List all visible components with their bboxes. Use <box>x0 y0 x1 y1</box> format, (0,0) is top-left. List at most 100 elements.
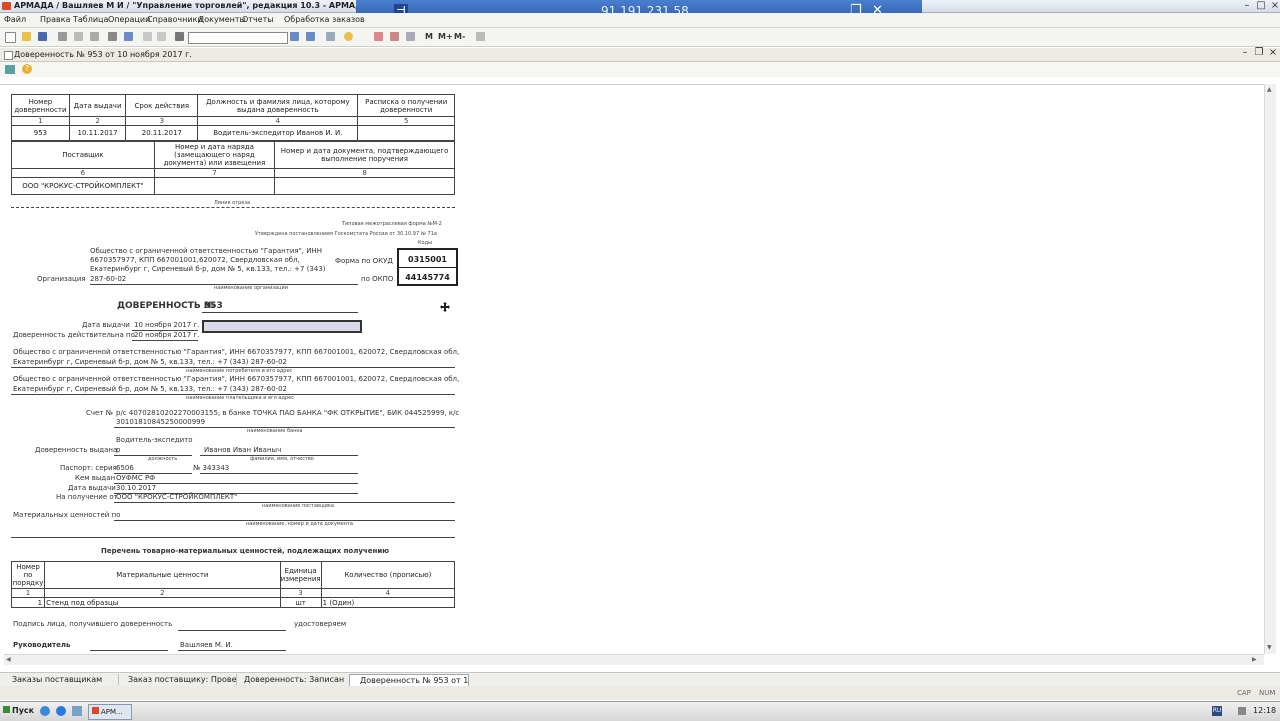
menu-operations[interactable]: Операции <box>108 15 150 24</box>
cell-number: 953 <box>11 125 70 141</box>
passport-series: 6506 <box>116 464 134 472</box>
search-combo[interactable] <box>188 32 288 44</box>
scroll-right-icon[interactable]: ▶ <box>1252 656 1257 663</box>
menu-reports[interactable]: Отчеты <box>242 15 274 24</box>
menu-edit[interactable]: Правка <box>40 15 70 24</box>
col-num: 5 <box>357 116 455 126</box>
number-underline <box>202 312 358 313</box>
doc-restore-button[interactable]: ❐ <box>1252 48 1266 58</box>
tab-supplier-orders[interactable]: Заказы поставщикам <box>2 674 119 685</box>
paste-icon[interactable] <box>90 32 99 41</box>
issued-date-value: 30.10.2017 <box>116 484 157 492</box>
quicklaunch-ie-icon[interactable] <box>40 706 50 716</box>
passport-label: Паспорт: серия <box>60 464 117 472</box>
memory-plus-button[interactable]: M+ <box>438 32 453 41</box>
head-name-underline <box>178 650 286 651</box>
tab-proxy-saved[interactable]: Доверенность: Записан <box>234 674 353 685</box>
issued-date-label: Дата выдачи <box>68 484 116 492</box>
passport-number: № 343343 <box>193 464 230 472</box>
codes-divider <box>399 267 456 268</box>
codes-label: Коды <box>418 240 433 246</box>
tab-supplier-order[interactable]: Заказ поставщику: Провед... <box>118 674 237 685</box>
horizontal-scrollbar[interactable]: ◀ ▶ <box>4 654 1264 665</box>
cell-supplier: ООО "КРОКУС-СТРОЙКОМПЛЕКТ" <box>11 177 155 195</box>
app-icon <box>2 2 11 10</box>
org-line-4: 287-60-02 <box>90 275 127 283</box>
approved-text: Утверждена постановлением Госкомстата Ро… <box>255 231 437 237</box>
proxy-receipt-table: Номер доверенности Дата выдачи Срок дейс… <box>11 94 455 141</box>
signature-label: Подпись лица, получившего доверенность <box>13 620 173 628</box>
network-icon[interactable] <box>1238 707 1246 715</box>
redo-icon[interactable] <box>157 32 166 41</box>
start-label: Пуск <box>12 706 35 715</box>
col-header: Срок действия <box>125 94 199 117</box>
minimize-button[interactable]: – <box>1240 1 1254 11</box>
memory-button[interactable]: M <box>425 32 433 41</box>
quicklaunch-desktop-icon[interactable] <box>72 706 82 716</box>
menu-documents[interactable]: Документы <box>198 15 246 24</box>
maximize-button[interactable]: □ <box>1254 1 1268 11</box>
language-icon[interactable]: RU <box>1212 706 1222 716</box>
doc-minimize-button[interactable]: – <box>1238 48 1252 58</box>
window-icon[interactable] <box>326 32 335 41</box>
table-row: 1 Стенд под образцы шт 1 (Один) <box>10 597 456 608</box>
find-next-icon[interactable] <box>290 32 299 41</box>
menu-bar: Файл Правка Таблица Операции Справочники… <box>0 13 1280 28</box>
start-button[interactable]: Пуск <box>1 704 37 718</box>
find-prev-icon[interactable] <box>306 32 315 41</box>
undo-icon[interactable] <box>143 32 152 41</box>
cut-line <box>11 207 455 208</box>
print-icon[interactable] <box>108 32 117 41</box>
document-icon <box>4 51 13 60</box>
vertical-scrollbar[interactable]: ▲ ▼ <box>1264 84 1276 654</box>
settings-icon[interactable] <box>476 32 485 41</box>
payer-line-1: Общество с ограниченной ответственностью… <box>13 375 460 383</box>
valid-underline <box>132 340 198 341</box>
memory-minus-button[interactable]: M- <box>454 32 465 41</box>
close-button[interactable]: × <box>1268 1 1280 11</box>
doc-close-button[interactable]: × <box>1266 48 1280 58</box>
notes-icon[interactable] <box>390 32 399 41</box>
save-icon[interactable] <box>38 32 47 41</box>
cell-doc-number <box>274 177 455 195</box>
menu-order-processing[interactable]: Обработка заказов <box>284 15 365 24</box>
preview-icon[interactable] <box>124 32 133 41</box>
col-num: 6 <box>11 168 155 178</box>
calculator-icon[interactable] <box>406 32 415 41</box>
help-icon[interactable] <box>344 32 353 41</box>
consumer-line-2: Екатеринбург г, Сиреневый б-р, дом № 5, … <box>13 358 287 366</box>
menu-file[interactable]: Файл <box>4 15 26 24</box>
new-doc-icon[interactable] <box>5 32 16 43</box>
col-header: Количество (прописью) <box>320 561 456 589</box>
scroll-down-icon[interactable]: ▼ <box>1267 644 1272 651</box>
windows-logo-icon <box>3 706 10 713</box>
supplier-caption: наименование поставщика <box>262 503 334 509</box>
issued-by-label: Кем выдан <box>75 474 116 482</box>
col-header: Должность и фамилия лица, которому выдан… <box>197 94 359 117</box>
taskbar-app-label: АРМ... <box>101 708 123 716</box>
find-icon[interactable] <box>175 32 184 41</box>
cut-icon[interactable] <box>58 32 67 41</box>
copy-icon[interactable] <box>74 32 83 41</box>
scroll-up-icon[interactable]: ▲ <box>1267 86 1272 93</box>
col-header: Номер доверенности <box>11 94 70 117</box>
clock: 12:18 <box>1253 706 1277 715</box>
cell-issue-date: 10.11.2017 <box>68 125 127 141</box>
menu-catalogs[interactable]: Справочники <box>147 15 203 24</box>
scroll-left-icon[interactable]: ◀ <box>6 656 11 663</box>
quicklaunch-browser-icon[interactable] <box>56 706 66 716</box>
taskbar-app-button[interactable]: АРМ... <box>88 704 132 720</box>
col-num: 2 <box>44 588 281 598</box>
col-num: 3 <box>279 588 322 598</box>
account-label: Счет № <box>86 409 113 417</box>
selected-cell[interactable] <box>202 320 362 333</box>
payer-caption: наименование плательщика и его адрес <box>186 395 294 401</box>
col-num: 2 <box>68 116 127 126</box>
status-bar: CAP NUM <box>0 686 1280 700</box>
col-header: Номер по порядку <box>10 561 46 589</box>
open-folder-icon[interactable] <box>22 32 31 41</box>
help-icon-doc[interactable]: ? <box>22 64 32 74</box>
calendar-icon[interactable] <box>374 32 383 41</box>
edit-icon[interactable] <box>5 65 15 74</box>
menu-table[interactable]: Таблица <box>73 15 108 24</box>
